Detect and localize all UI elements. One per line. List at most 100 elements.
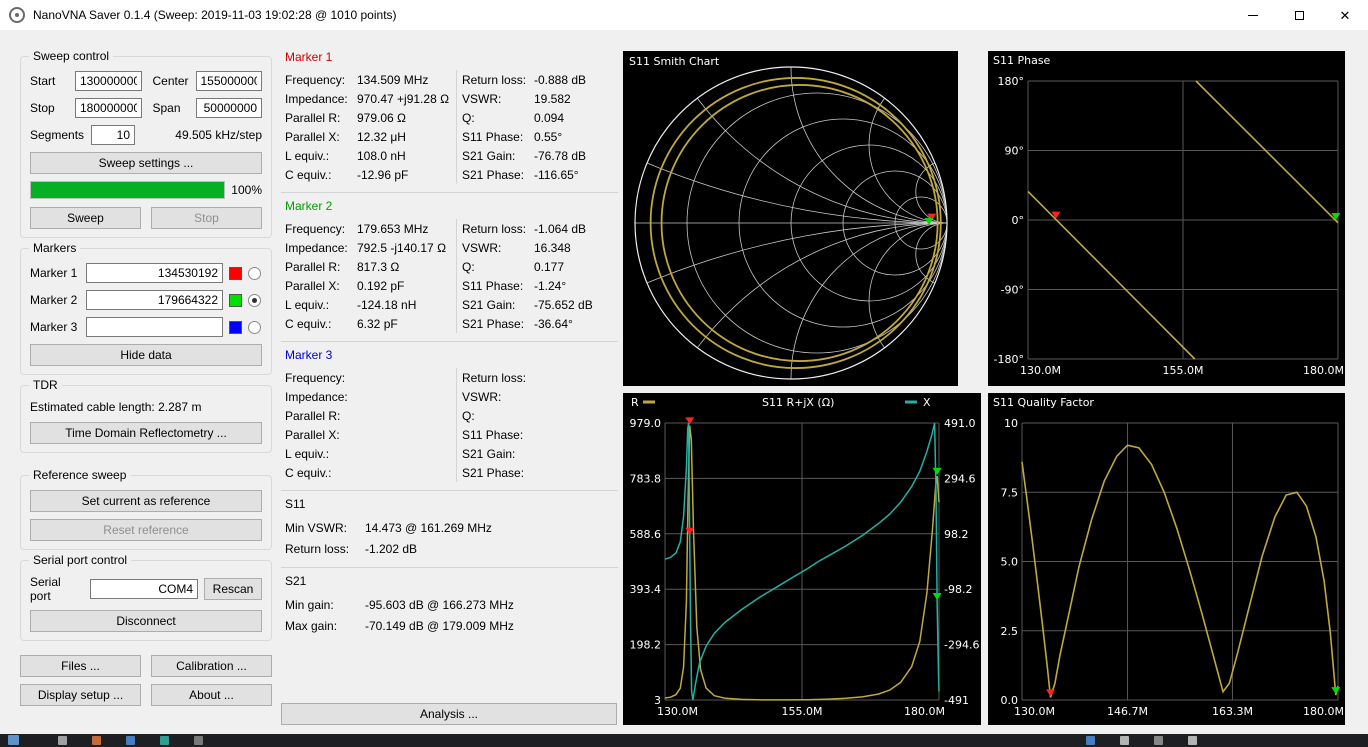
app-icon-1[interactable] [58,736,67,745]
maximize-button[interactable] [1276,0,1322,30]
marker-select-radio[interactable] [248,267,261,280]
field-label: Q: [462,409,534,423]
s11-r-plus-jx-chart[interactable]: 979.0783.8588.6393.4198.23491.0294.698.2… [623,393,981,725]
group-title: TDR [29,378,62,392]
marker-2-frequency-input[interactable] [86,290,223,310]
field-label: Frequency: [285,371,357,385]
chart-text: 180.0M [904,705,945,718]
field-label: Frequency: [285,222,357,236]
stop-button[interactable]: Stop [151,207,262,229]
close-button[interactable]: ✕ [1322,0,1368,30]
field-value: 134.509 MHz [357,73,451,87]
field-row: Impedance:792.5 -j140.17 Ω [285,238,451,257]
about-button[interactable]: About ... [151,684,272,706]
field-label: C equiv.: [285,168,357,182]
field-row: Parallel R: [285,406,451,425]
tray-icon-3[interactable] [1154,736,1163,745]
display-setup-button[interactable]: Display setup ... [20,684,141,706]
minimize-icon [1248,15,1258,16]
sweep-settings-button[interactable]: Sweep settings ... [30,152,262,174]
windows-taskbar [0,734,1368,747]
app-icon-2[interactable] [92,736,101,745]
marker-1-frequency-input[interactable] [86,263,223,283]
field-value: 19.582 [534,92,614,106]
field-value: 970.47 +j91.28 Ω [357,92,451,106]
field-row: C equiv.:6.32 pF [285,314,451,333]
s11-smith-chart[interactable]: S11 Smith Chart [623,51,958,386]
sweep-control-group: Sweep control Start Center Stop Span Seg… [20,56,272,238]
serial-port-input[interactable] [90,579,198,599]
chart-text: 130.0M [657,705,698,718]
reference-sweep-group: Reference sweep Set current as reference… [20,475,272,550]
disconnect-button[interactable]: Disconnect [30,610,262,632]
group-title: Serial port control [29,553,131,567]
field-row: S21 Phase:-36.64° [462,314,614,333]
field-label: S21 Phase: [462,317,534,331]
field-row: Impedance:970.47 +j91.28 Ω [285,89,451,108]
minimize-button[interactable] [1230,0,1276,30]
marker-section-title: Marker 1 [285,50,614,64]
chart-text: 979.0 [630,417,662,430]
tray-icon-4[interactable] [1188,736,1197,745]
marker-select-radio[interactable] [248,294,261,307]
files-button[interactable]: Files ... [20,655,141,677]
chart-text: 146.7M [1107,705,1148,718]
marker-select-radio[interactable] [248,321,261,334]
field-row: L equiv.:-124.18 nH [285,295,451,314]
field-row: Parallel R:817.3 Ω [285,257,451,276]
field-row: Frequency: [285,368,451,387]
hide-data-button[interactable]: Hide data [30,344,262,366]
rescan-button[interactable]: Rescan [204,578,262,600]
field-label: L equiv.: [285,149,357,163]
field-label: Parallel R: [285,111,357,125]
segments-input[interactable] [91,125,135,145]
maximize-icon [1295,11,1304,20]
analysis-button[interactable]: Analysis ... [281,703,617,725]
field-value: 0.177 [534,260,614,274]
field-value: -1.064 dB [534,222,614,236]
start-input[interactable] [75,71,142,91]
field-row: Return loss:-1.064 dB [462,219,614,238]
field-value: 16.348 [534,241,614,255]
s11-phase-chart[interactable]: 180°90°0°-90°-180°130.0M155.0M180.0MS11 … [988,51,1345,386]
span-input[interactable] [196,98,263,118]
marker-1-section: Marker 1 Frequency:134.509 MHzImpedance:9… [281,44,618,193]
calibration-button[interactable]: Calibration ... [151,655,272,677]
left-control-panel: Sweep control Start Center Stop Span Seg… [20,56,272,706]
chart-text: R [631,396,639,409]
tray-icon-1[interactable] [1086,736,1095,745]
center-input[interactable] [196,71,263,91]
windows-start-icon[interactable] [8,735,19,745]
field-label: S21 Gain: [462,447,534,461]
chart-text: 98.2 [944,528,969,541]
sweep-button[interactable]: Sweep [30,207,141,229]
s11-section: S11 Min VSWR: 14.473 @ 161.269 MHz Retur… [281,491,618,568]
reset-reference-button[interactable]: Reset reference [30,519,262,541]
stop-input[interactable] [75,98,142,118]
marker-color-swatch[interactable] [229,267,242,280]
marker-color-swatch[interactable] [229,321,242,334]
chart-text: 180.0M [1303,364,1344,377]
app-icon-4[interactable] [160,736,169,745]
s11-quality-factor-chart[interactable]: 107.55.02.50.0130.0M146.7M163.3M180.0MS1… [988,393,1345,725]
field-row: Return loss:-0.888 dB [462,70,614,89]
set-current-as-reference-button[interactable]: Set current as reference [30,490,262,512]
field-label: Min VSWR: [285,521,365,535]
field-value: 817.3 Ω [357,260,451,274]
tray-icon-2[interactable] [1120,736,1129,745]
app-icon-3[interactable] [126,736,135,745]
marker-3-frequency-input[interactable] [86,317,223,337]
field-label: C equiv.: [285,317,357,331]
column-divider [456,70,457,184]
field-label: Q: [462,260,534,274]
field-label: Parallel X: [285,428,357,442]
field-value: 6.32 pF [357,317,451,331]
app-icon-5[interactable] [194,736,203,745]
field-label: Parallel X: [285,279,357,293]
field-row: Frequency:134.509 MHz [285,70,451,89]
s21-section: S21 Min gain: -95.603 dB @ 166.273 MHz M… [281,568,618,644]
time-domain-reflectometry-button[interactable]: Time Domain Reflectometry ... [30,422,262,444]
marker-color-swatch[interactable] [229,294,242,307]
field-label: Return loss: [462,222,534,236]
markers-group: Markers Marker 1Marker 2Marker 3 Hide da… [20,248,272,375]
